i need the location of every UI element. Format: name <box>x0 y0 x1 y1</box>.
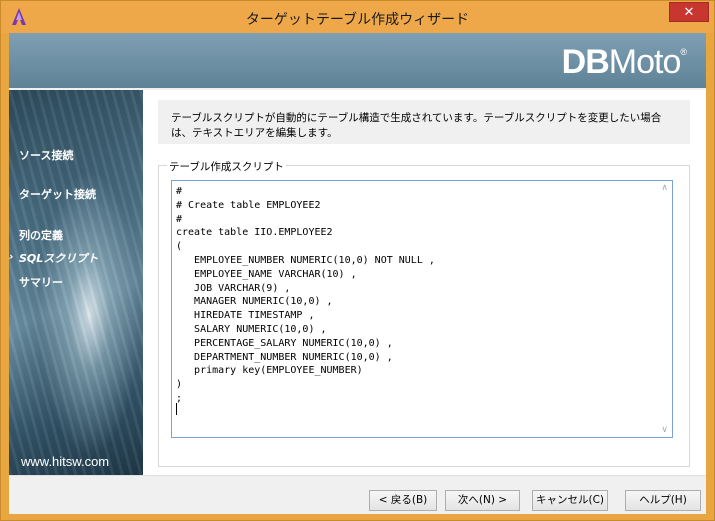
wizard-steps-sidebar: ソース接続 ターゲット接続 列の定義 › SQLスクリプト サマリー www.hi… <box>9 90 143 475</box>
script-group-label: テーブル作成スクリプト <box>167 159 286 174</box>
registered-mark: ® <box>680 47 687 57</box>
scroll-up-arrow-icon[interactable]: ∧ <box>661 183 668 193</box>
logo-text: Moto <box>608 43 682 81</box>
help-button[interactable]: ヘルプ(H) <box>625 490 701 511</box>
description-box: テーブルスクリプトが自動的にテーブル構造で生成されています。テーブルスクリプトを… <box>158 100 690 144</box>
wizard-client-area: DBMoto® ソース接続 ターゲット接続 列の定義 › SQLスクリプト サマリ… <box>9 33 706 514</box>
script-textarea[interactable]: # # Create table EMPLOYEE2 # create tabl… <box>171 180 673 438</box>
title-bar[interactable]: ターゲットテーブル作成ウィザード ✕ <box>1 1 714 33</box>
step-sql-script: › SQLスクリプト <box>9 250 99 266</box>
step-label: 列の定義 <box>19 229 63 242</box>
header-banner: DBMoto® <box>9 33 706 88</box>
window-title: ターゲットテーブル作成ウィザード <box>245 12 470 28</box>
logo-bold-text: DB <box>561 43 610 81</box>
script-text[interactable]: # # Create table EMPLOYEE2 # create tabl… <box>176 185 435 406</box>
step-column-definition: 列の定義 <box>19 227 63 243</box>
content-panel: テーブルスクリプトが自動的にテーブル構造で生成されています。テーブルスクリプトを… <box>143 90 706 475</box>
step-label: ターゲット接続 <box>19 188 96 201</box>
step-label: SQLスクリプト <box>19 252 99 265</box>
button-bar: < 戻る(B) 次へ(N) > キャンセル(C) ヘルプ(H) <box>9 475 706 514</box>
description-text: テーブルスクリプトが自動的にテーブル構造で生成されています。テーブルスクリプトを… <box>171 112 662 139</box>
step-label: サマリー <box>19 276 63 289</box>
scroll-down-arrow-icon[interactable]: ∨ <box>661 425 668 435</box>
step-label: ソース接続 <box>19 149 74 162</box>
active-step-arrow-icon: › <box>9 250 14 263</box>
step-target-connection: ターゲット接続 <box>19 186 96 202</box>
next-button[interactable]: 次へ(N) > <box>445 490 520 511</box>
wizard-window: ターゲットテーブル作成ウィザード ✕ DBMoto® ソース接続 ターゲット接続… <box>0 0 715 521</box>
step-summary: サマリー <box>19 274 63 290</box>
dbmoto-logo: DBMoto® <box>561 43 687 82</box>
text-caret <box>176 403 177 415</box>
script-group: テーブル作成スクリプト # # Create table EMPLOYEE2 #… <box>158 159 690 467</box>
cancel-button[interactable]: キャンセル(C) <box>532 490 608 511</box>
close-button[interactable]: ✕ <box>669 2 709 22</box>
website-url: www.hitsw.com <box>21 454 110 469</box>
back-button[interactable]: < 戻る(B) <box>369 490 437 511</box>
step-source-connection: ソース接続 <box>19 147 73 163</box>
